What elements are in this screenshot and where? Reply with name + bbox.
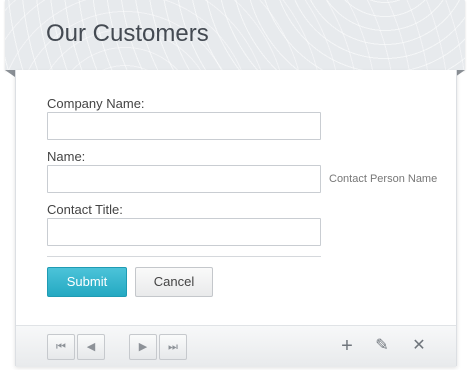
previous-record-icon: ◀ (86, 341, 96, 353)
form-divider (47, 256, 321, 257)
contact-title-label: Contact Title: (47, 202, 123, 217)
submit-button[interactable]: Submit (47, 267, 127, 297)
edit-icon[interactable]: ✎ (372, 336, 392, 356)
company-name-input[interactable] (47, 112, 321, 140)
cancel-button[interactable]: Cancel (135, 267, 213, 297)
contact-name-hint: Contact Person Name (329, 173, 438, 185)
company-name-label: Company Name: (47, 96, 145, 111)
contact-name-label: Name: (47, 149, 86, 164)
next-record-button[interactable]: ▶ (129, 334, 157, 360)
header-fold-left (5, 70, 15, 77)
page-title: Our Customers (46, 20, 209, 47)
add-icon[interactable]: + (337, 336, 357, 356)
customer-form-panel: Company Name: Name: Contact Person Name … (15, 70, 457, 367)
contact-title-input[interactable] (47, 218, 321, 246)
last-record-icon: ⏭ (168, 341, 178, 353)
contact-name-input[interactable] (47, 165, 321, 193)
next-record-icon: ▶ (138, 341, 148, 353)
delete-icon[interactable]: ✕ (409, 336, 429, 356)
record-toolbar: ⏮ ◀ ▶ ⏭ + ✎ ✕ (16, 325, 456, 367)
previous-record-button[interactable]: ◀ (77, 334, 105, 360)
first-record-button[interactable]: ⏮ (47, 334, 75, 360)
first-record-icon: ⏮ (56, 341, 66, 353)
page-header: Our Customers (5, 0, 465, 70)
last-record-button[interactable]: ⏭ (159, 334, 187, 360)
